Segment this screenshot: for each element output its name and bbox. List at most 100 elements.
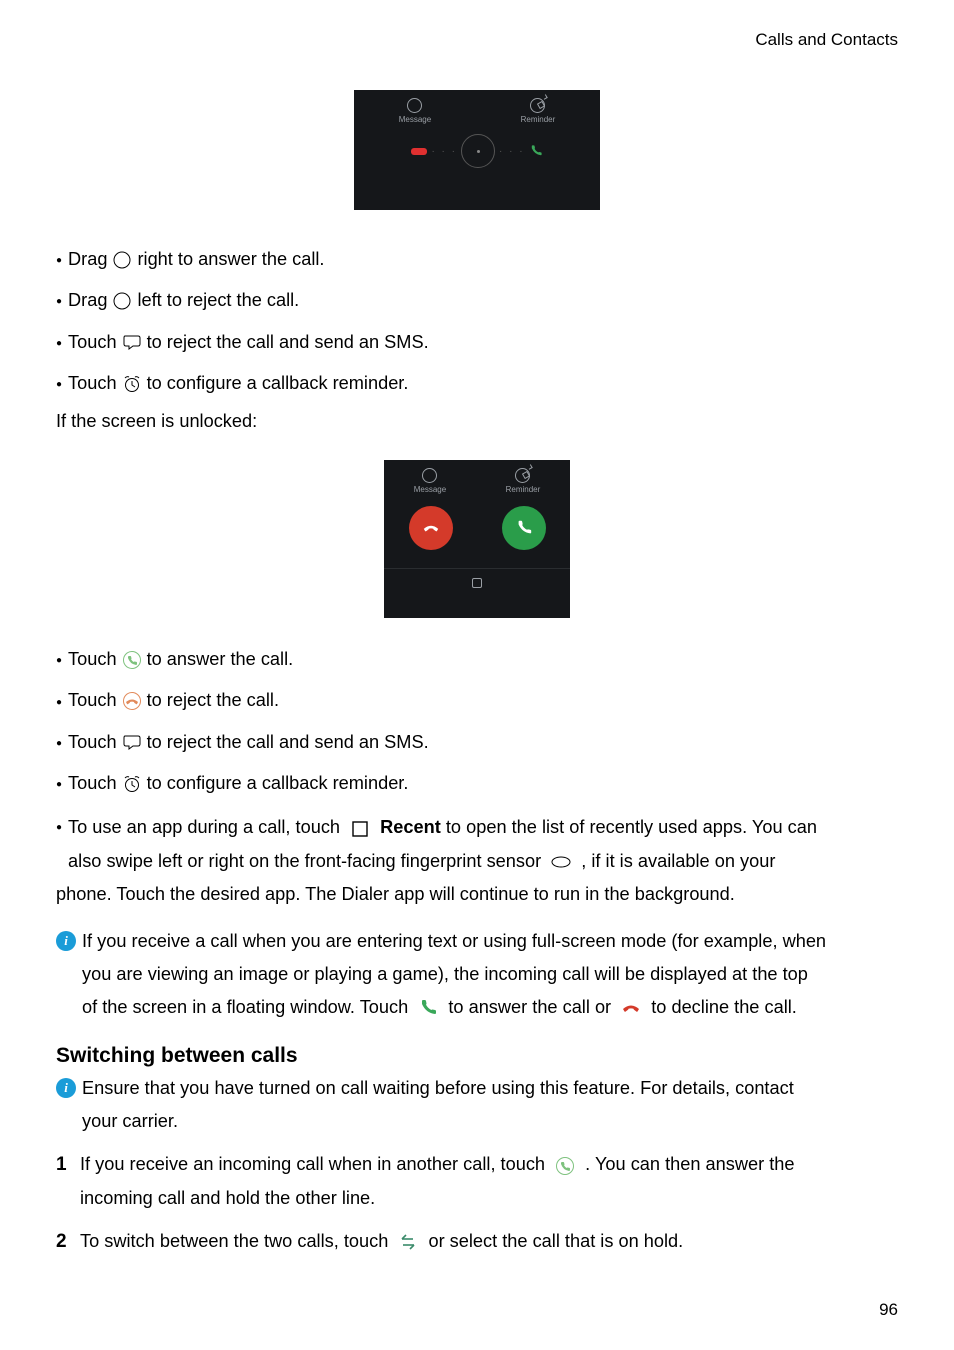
text: Touch — [68, 370, 117, 397]
message-icon — [121, 331, 143, 353]
bullet-icon: ● — [56, 695, 62, 710]
slider-dots-right: · · · — [499, 146, 525, 157]
ss1-reminder-option: Reminder — [521, 98, 556, 124]
locked-screen-actions-list: ● Drag right to answer the call. ● Drag … — [56, 246, 898, 397]
answer-icon — [417, 997, 439, 1019]
incoming-call-locked-screenshot: Message Reminder · · · · · · — [354, 90, 600, 210]
recent-nav-icon — [472, 578, 482, 588]
page-number: 96 — [879, 1300, 898, 1320]
text: Drag — [68, 287, 107, 314]
text: left to reject the call. — [137, 287, 299, 314]
answer-target-icon — [529, 144, 543, 158]
text: If you receive a call when you are enter… — [82, 931, 826, 951]
info-icon: i — [56, 1078, 76, 1098]
text: to configure a callback reminder. — [147, 370, 409, 397]
text: to reject the call and send an SMS. — [147, 729, 429, 756]
bullet-touch-answer: ● Touch to answer the call. — [56, 646, 898, 673]
decline-icon — [620, 997, 642, 1019]
bullet-touch-reminder2: ● Touch to configure a callback reminder… — [56, 770, 898, 797]
recent-label: Recent — [380, 817, 441, 837]
reminder-icon — [530, 98, 545, 113]
text: to answer the call or — [448, 997, 616, 1017]
bullet-icon: ● — [56, 253, 62, 268]
ss2-reminder-label: Reminder — [506, 485, 541, 494]
ss2-message-option: Message — [414, 468, 446, 494]
text: to reject the call. — [147, 687, 279, 714]
info-floating-window: i If you receive a call when you are ent… — [56, 925, 898, 1024]
text: To switch between the two calls, touch — [80, 1231, 393, 1251]
bullet-icon: ● — [56, 777, 62, 792]
text: you are viewing an image or playing a ga… — [82, 964, 808, 984]
text: Touch — [68, 770, 117, 797]
reject-icon — [121, 690, 143, 712]
text: Ensure that you have turned on call wait… — [82, 1078, 794, 1098]
bullet-icon: ● — [56, 736, 62, 751]
ss2-message-label: Message — [414, 485, 446, 494]
swap-icon — [397, 1231, 419, 1253]
text: Drag — [68, 246, 107, 273]
bullet-icon: ● — [56, 820, 62, 835]
step-number: 1 — [56, 1148, 80, 1214]
text: . You can then answer the — [585, 1154, 794, 1174]
bullet-touch-reject: ● Touch to reject the call. — [56, 687, 898, 714]
bullet-icon: ● — [56, 653, 62, 668]
circle-icon — [111, 249, 133, 271]
bullet-drag-right: ● Drag right to answer the call. — [56, 246, 898, 273]
text: to reject the call and send an SMS. — [147, 329, 429, 356]
message-icon — [121, 731, 143, 753]
message-icon — [422, 468, 437, 483]
bullet-icon: ● — [56, 294, 62, 309]
reminder-icon — [121, 373, 143, 395]
text: Touch — [68, 687, 117, 714]
text: your carrier. — [82, 1111, 178, 1131]
unlocked-screen-actions-list: ● Touch to answer the call. ● Touch to r… — [56, 646, 898, 911]
text: Touch — [68, 646, 117, 673]
text: of the screen in a floating window. Touc… — [82, 997, 413, 1017]
text: to decline the call. — [651, 997, 797, 1017]
reject-button-icon — [409, 506, 453, 550]
ss1-reminder-label: Reminder — [521, 115, 556, 124]
bullet-icon: ● — [56, 336, 62, 351]
answer-button-icon — [502, 506, 546, 550]
text: to open the list of recently used apps. … — [446, 817, 817, 837]
reject-target-icon — [411, 148, 427, 155]
message-icon — [407, 98, 422, 113]
slider-handle-icon — [461, 134, 495, 168]
fingerprint-icon — [550, 851, 572, 873]
text: or select the call that is on hold. — [428, 1231, 683, 1251]
ss2-reminder-option: Reminder — [506, 468, 541, 494]
incoming-call-unlocked-screenshot: Message Reminder — [384, 460, 570, 618]
text: Touch — [68, 729, 117, 756]
text: incoming call and hold the other line. — [80, 1188, 375, 1208]
text: phone. Touch the desired app. The Dialer… — [56, 884, 735, 904]
text: If you receive an incoming call when in … — [80, 1154, 550, 1174]
step-1: 1 If you receive an incoming call when i… — [56, 1148, 898, 1214]
text: right to answer the call. — [137, 246, 324, 273]
unlocked-intro-text: If the screen is unlocked: — [56, 411, 898, 432]
circle-icon — [111, 290, 133, 312]
text: , if it is available on your — [581, 851, 775, 871]
text: to configure a callback reminder. — [147, 770, 409, 797]
answer-icon — [121, 649, 143, 671]
info-icon: i — [56, 931, 76, 951]
ss1-message-option: Message — [399, 98, 431, 124]
ss1-message-label: Message — [399, 115, 431, 124]
info-call-waiting: i Ensure that you have turned on call wa… — [56, 1072, 898, 1138]
recent-icon — [349, 818, 371, 840]
bullet-drag-left: ● Drag left to reject the call. — [56, 287, 898, 314]
text: Touch — [68, 329, 117, 356]
text: to answer the call. — [147, 646, 294, 673]
bullet-touch-sms: ● Touch to reject the call and send an S… — [56, 329, 898, 356]
section-heading-switching: Switching between calls — [56, 1044, 898, 1068]
bullet-touch-sms2: ● Touch to reject the call and send an S… — [56, 729, 898, 756]
step-number: 2 — [56, 1225, 80, 1260]
nav-bar — [384, 568, 570, 596]
answer-icon — [554, 1155, 576, 1177]
text: To use an app during a call, touch — [68, 817, 345, 837]
slider-dots-left: · · · — [431, 146, 457, 157]
bullet-use-app: ● To use an app during a call, touch Rec… — [56, 811, 898, 910]
bullet-touch-reminder: ● Touch to configure a callback reminder… — [56, 370, 898, 397]
reminder-icon — [515, 468, 530, 483]
reminder-icon — [121, 773, 143, 795]
page-header-section: Calls and Contacts — [56, 30, 898, 50]
